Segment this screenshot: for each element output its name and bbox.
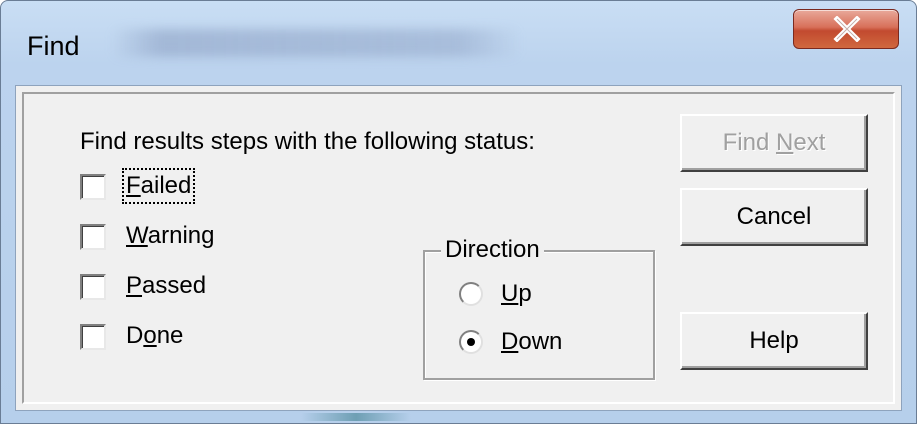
blurred-title-region: [111, 29, 521, 57]
failed-checkbox[interactable]: [80, 174, 106, 200]
close-button[interactable]: [793, 9, 899, 49]
dialog-client-area: Find results steps with the following st…: [15, 85, 902, 411]
title-bar[interactable]: Find: [1, 1, 916, 85]
done-checkbox-label[interactable]: Done: [126, 322, 183, 350]
done-checkbox[interactable]: [80, 324, 106, 350]
radio-selected-dot: [467, 338, 475, 346]
warning-checkbox[interactable]: [80, 224, 106, 250]
find-next-button[interactable]: Find Next: [680, 114, 868, 172]
passed-checkbox[interactable]: [80, 274, 106, 300]
warning-checkbox-label[interactable]: Warning: [126, 222, 214, 250]
status-prompt-label: Find results steps with the following st…: [80, 128, 535, 155]
direction-down-label[interactable]: Down: [501, 328, 562, 356]
direction-up-radio[interactable]: [459, 282, 483, 306]
window-bottom-highlight: [301, 413, 411, 421]
direction-groupbox: Direction Up Down: [423, 236, 655, 380]
window-title: Find: [27, 31, 80, 61]
dialog-inner-panel: Find results steps with the following st…: [22, 92, 895, 404]
direction-down-radio[interactable]: [459, 330, 483, 354]
help-button[interactable]: Help: [680, 312, 868, 370]
find-dialog-window: Find Find results steps with the followi…: [0, 0, 917, 424]
cancel-button[interactable]: Cancel: [680, 188, 868, 246]
passed-checkbox-label[interactable]: Passed: [126, 272, 206, 300]
close-icon: [833, 16, 861, 42]
direction-group-label: Direction: [441, 236, 544, 264]
failed-checkbox-label[interactable]: Failed: [121, 168, 196, 204]
direction-up-label[interactable]: Up: [501, 280, 532, 308]
